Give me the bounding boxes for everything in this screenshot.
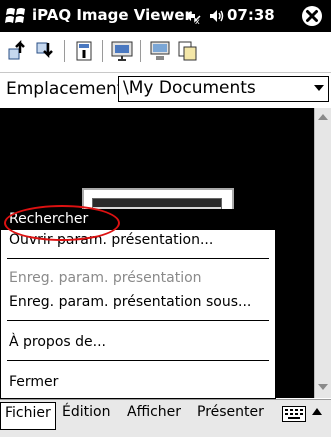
location-value: \My Documents	[123, 78, 256, 98]
present-icon[interactable]	[148, 39, 172, 63]
toolbar-separator	[64, 40, 65, 62]
menu-item-enreg-param-sous[interactable]: Enreg. param. présentation sous...	[9, 294, 251, 310]
keyboard-icon[interactable]	[282, 406, 306, 422]
svg-text:x: x	[195, 17, 200, 25]
chevron-down-icon	[314, 85, 324, 91]
toolbar-separator	[140, 40, 141, 62]
copy-icon[interactable]	[176, 39, 200, 63]
location-label: Emplacement	[6, 79, 124, 99]
menu-separator	[7, 258, 269, 259]
toolbar-separator	[102, 40, 103, 62]
connectivity-icon[interactable]: x	[184, 7, 202, 25]
app-title: iPAQ Image Viewer	[32, 6, 192, 24]
chevron-up-icon[interactable]	[312, 408, 322, 415]
move-down-icon[interactable]	[34, 39, 58, 63]
vertical-scrollbar[interactable]	[314, 108, 331, 398]
menubar-fichier[interactable]: Fichier	[0, 402, 56, 430]
menubar-presenter[interactable]: Présenter	[197, 404, 264, 420]
menu-bar: Fichier Édition Afficher Présenter	[0, 399, 331, 437]
thumbnail-titlebar	[93, 199, 221, 207]
close-icon[interactable]	[300, 4, 324, 28]
location-dropdown[interactable]: \My Documents	[118, 76, 329, 102]
scroll-up-icon[interactable]	[318, 114, 328, 120]
annotation-circle	[4, 205, 120, 241]
volume-icon[interactable]	[208, 8, 224, 24]
menu-item-fermer[interactable]: Fermer	[9, 374, 58, 390]
menu-item-enreg-param: Enreg. param. présentation	[9, 270, 202, 286]
menubar-edition[interactable]: Édition	[62, 404, 110, 420]
scroll-down-icon[interactable]	[318, 384, 328, 390]
title-bar: iPAQ Image Viewer x 07:38	[0, 0, 331, 32]
move-up-icon[interactable]	[6, 39, 30, 63]
menubar-afficher[interactable]: Afficher	[127, 404, 181, 420]
windows-start-icon[interactable]	[4, 4, 28, 28]
menu-separator	[7, 320, 269, 321]
menu-separator	[7, 360, 269, 361]
clock: 07:38	[227, 6, 275, 24]
location-row: Emplacement \My Documents	[0, 74, 331, 104]
toolbar	[0, 32, 331, 73]
details-icon[interactable]	[72, 39, 96, 63]
menu-item-a-propos[interactable]: À propos de...	[9, 334, 106, 350]
slideshow-icon[interactable]	[110, 39, 134, 63]
